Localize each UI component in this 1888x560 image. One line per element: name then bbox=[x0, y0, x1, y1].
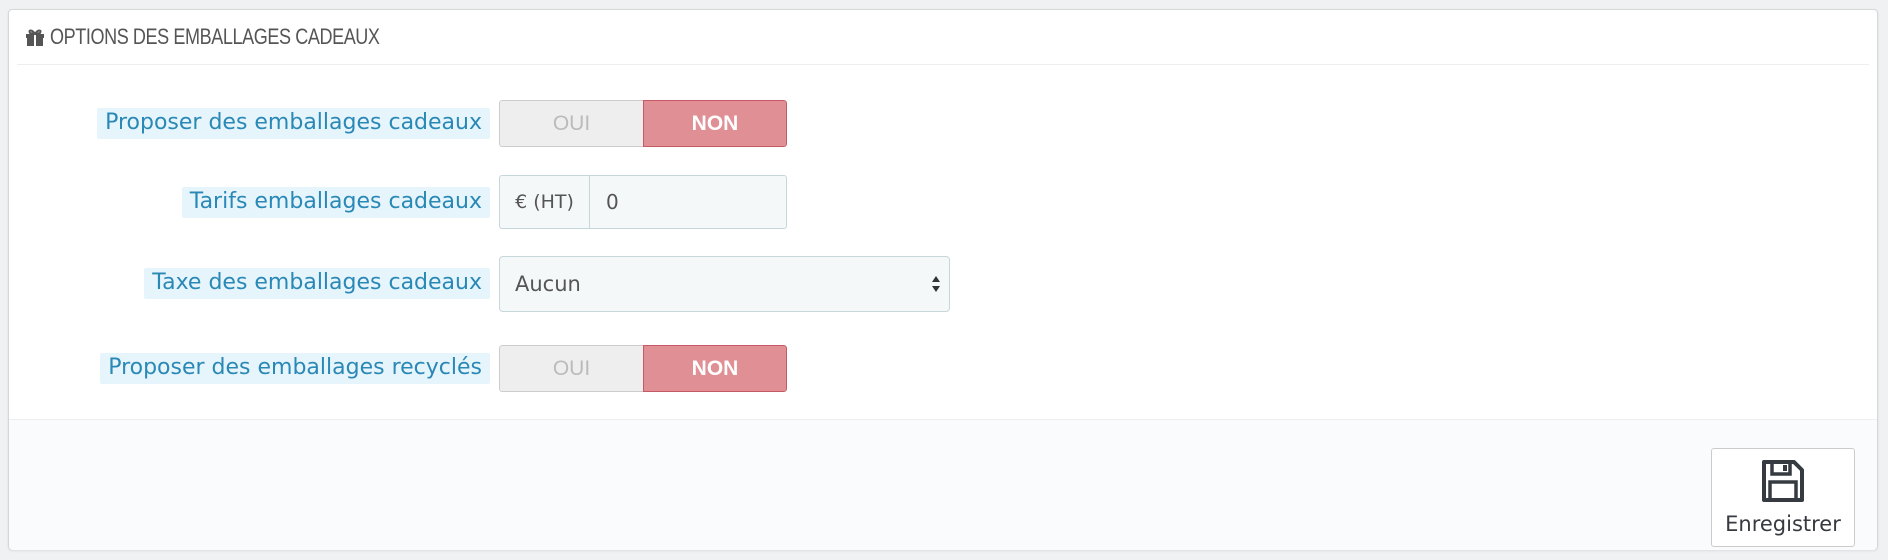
gift-tax-label: Taxe des emballages cadeaux bbox=[144, 268, 490, 299]
gift-icon bbox=[24, 26, 46, 48]
gift-wrapping-switch[interactable]: OUI NON bbox=[499, 100, 787, 147]
floppy-disk-icon bbox=[1760, 458, 1806, 504]
currency-addon: € (HT) bbox=[499, 175, 589, 229]
gift-tax-select[interactable]: Aucun bbox=[499, 256, 950, 312]
recycled-no-option[interactable]: NON bbox=[643, 345, 787, 392]
panel-title: OPTIONS DES EMBALLAGES CADEAUX bbox=[50, 24, 380, 49]
recycled-yes-option[interactable]: OUI bbox=[499, 345, 643, 392]
gift-wrapping-yes-option[interactable]: OUI bbox=[499, 100, 643, 147]
label-wrap: Tarifs emballages cadeaux bbox=[181, 183, 490, 222]
select-arrows-icon bbox=[931, 273, 941, 295]
gift-price-input-group: € (HT) 0 bbox=[499, 175, 787, 229]
recycled-label: Proposer des emballages recyclés bbox=[100, 353, 490, 384]
gift-options-panel: OPTIONS DES EMBALLAGES CADEAUX Proposer … bbox=[8, 9, 1878, 550]
gift-price-label: Tarifs emballages cadeaux bbox=[181, 187, 490, 218]
gift-tax-selected-value: Aucun bbox=[515, 272, 581, 296]
save-button-label: Enregistrer bbox=[1725, 512, 1841, 536]
gift-price-input[interactable]: 0 bbox=[589, 175, 787, 229]
gift-wrapping-no-option[interactable]: NON bbox=[643, 100, 787, 147]
label-wrap: Taxe des emballages cadeaux bbox=[144, 264, 490, 303]
label-wrap: Proposer des emballages recyclés bbox=[100, 349, 490, 388]
panel-heading: OPTIONS DES EMBALLAGES CADEAUX bbox=[17, 10, 1869, 65]
recycled-switch[interactable]: OUI NON bbox=[499, 345, 787, 392]
save-button[interactable]: Enregistrer bbox=[1711, 448, 1855, 547]
label-wrap: Proposer des emballages cadeaux bbox=[97, 104, 490, 143]
gift-wrapping-label: Proposer des emballages cadeaux bbox=[97, 108, 490, 139]
panel-footer: Enregistrer bbox=[9, 419, 1877, 550]
